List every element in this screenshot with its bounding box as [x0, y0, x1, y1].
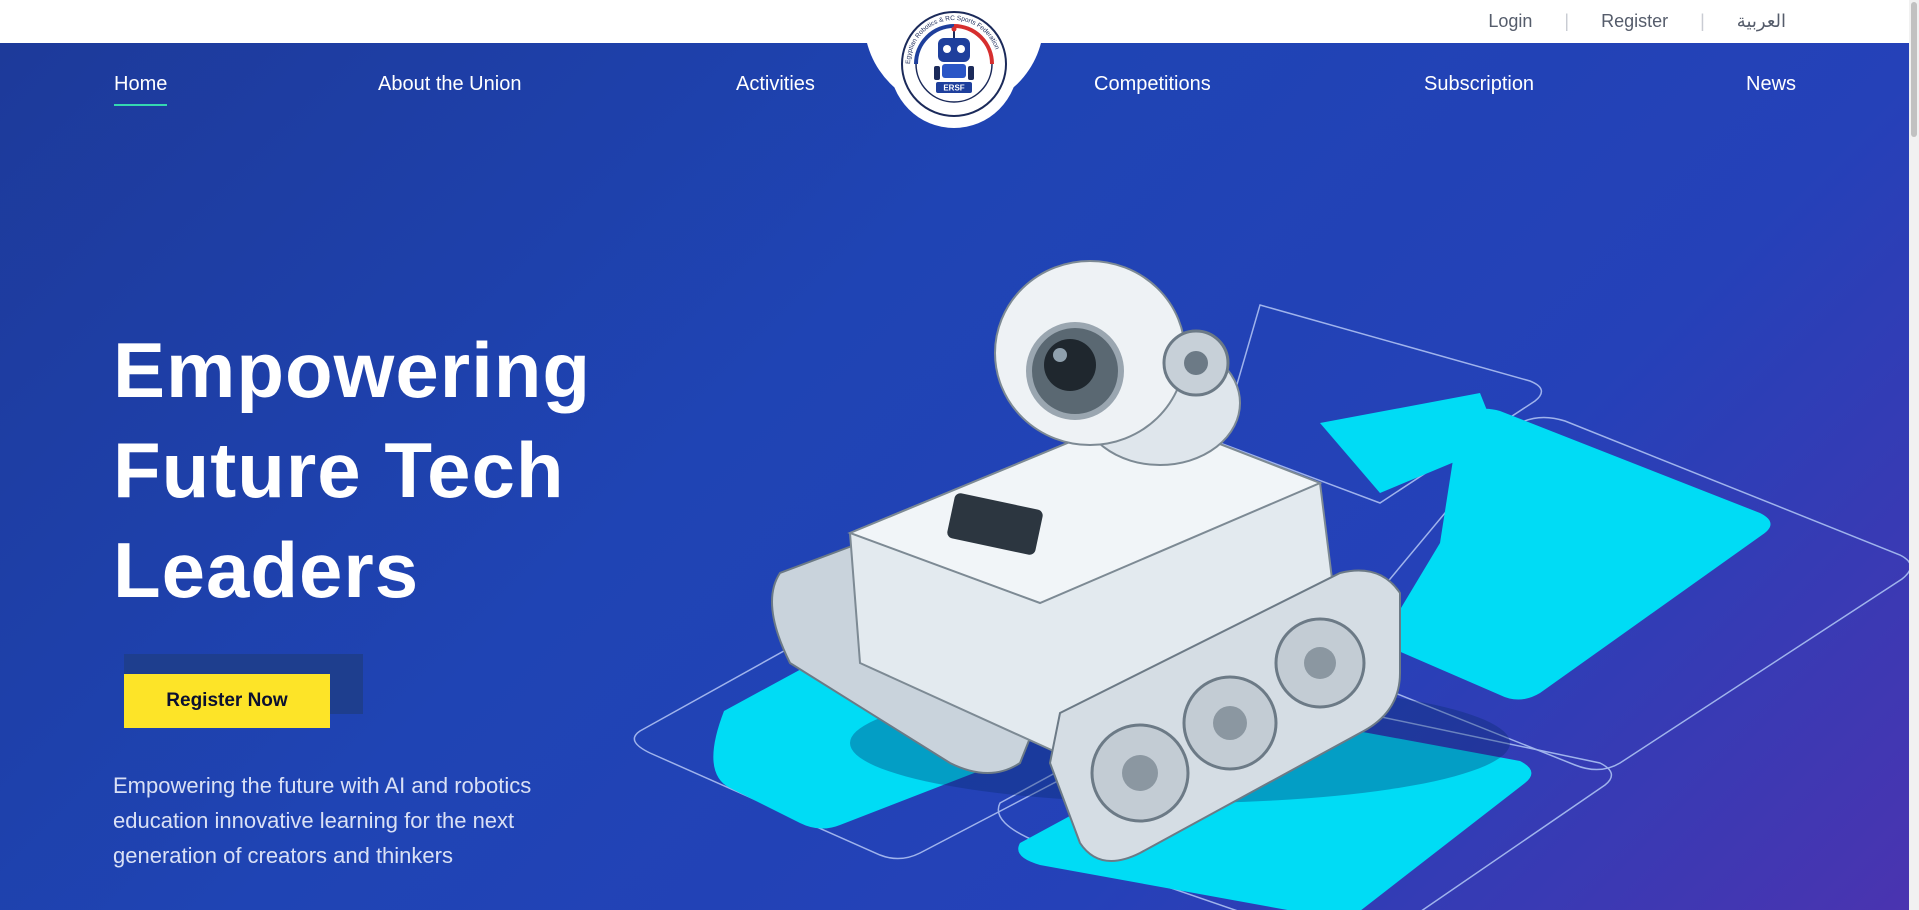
nav-item-activities[interactable]: Activities	[736, 73, 815, 96]
separator: |	[1564, 11, 1570, 31]
scrollbar-thumb[interactable]	[1911, 2, 1917, 137]
federation-logo[interactable]: Egyptian Robotics & RC Sports Federation…	[890, 0, 1018, 128]
nav-item-about[interactable]: About the Union	[378, 73, 521, 96]
nav-item-news[interactable]: News	[1746, 73, 1796, 96]
separator: |	[1700, 11, 1705, 31]
robot-logo-icon: Egyptian Robotics & RC Sports Federation…	[901, 11, 1007, 117]
language-toggle-link[interactable]: العربية	[1737, 11, 1786, 32]
headline-line: Leaders	[113, 526, 420, 614]
login-link[interactable]: Login	[1488, 11, 1532, 32]
headline-line: Future Tech	[113, 426, 565, 514]
register-now-button[interactable]: Register Now	[124, 674, 330, 728]
nav-item-subscription[interactable]: Subscription	[1424, 73, 1534, 96]
nav-item-competitions[interactable]: Competitions	[1094, 73, 1211, 96]
scrollbar[interactable]	[1909, 0, 1919, 910]
hero-headline: Empowering Future Tech Leaders	[113, 320, 633, 620]
headline-line: Empowering	[113, 326, 592, 414]
nav-item-home[interactable]: Home	[114, 73, 168, 106]
hero-description: Empowering the future with AI and roboti…	[113, 773, 532, 868]
top-links: Login | Register | العربية	[1488, 0, 1786, 43]
logo-text: ERSF	[943, 84, 964, 93]
robot-illustration	[633, 260, 1909, 910]
register-link[interactable]: Register	[1601, 11, 1668, 32]
